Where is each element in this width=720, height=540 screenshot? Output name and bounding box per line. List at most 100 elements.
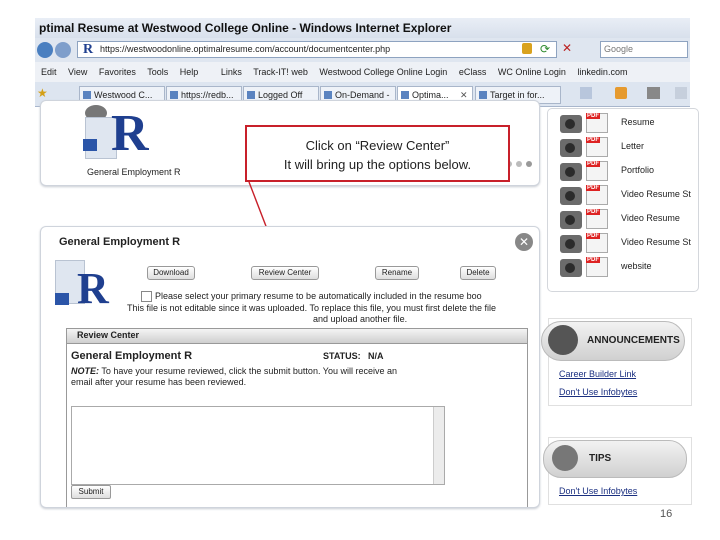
pdf-icon	[586, 257, 608, 277]
pdf-icon	[586, 137, 608, 157]
list-item[interactable]: Letter	[560, 137, 690, 159]
review-center-header: Review Center	[67, 329, 527, 344]
menu-favorites[interactable]: Favorites	[99, 67, 136, 77]
camera-icon	[560, 211, 582, 229]
word-icon	[83, 139, 97, 151]
favorite-link[interactable]: Westwood College Online Login	[319, 67, 447, 77]
window-title-bar: ptimal Resume at Westwood College Online…	[35, 18, 690, 38]
note-text: To have your resume reviewed, click the …	[101, 366, 397, 376]
camera-icon	[560, 187, 582, 205]
tab-icon	[479, 91, 487, 99]
textarea-scrollbar[interactable]	[433, 407, 444, 484]
camera-icon	[560, 139, 582, 157]
feeds-icon[interactable]	[615, 87, 627, 99]
rename-button[interactable]: Rename	[375, 266, 419, 280]
review-center-button[interactable]: Review Center	[251, 266, 319, 280]
lock-icon[interactable]	[522, 43, 532, 54]
list-item[interactable]: website	[560, 257, 690, 279]
back-icon[interactable]	[37, 42, 53, 58]
pdf-icon	[586, 113, 608, 133]
review-comments-textarea[interactable]	[71, 406, 445, 485]
address-text: https://westwoodonline.optimalresume.com…	[100, 44, 391, 54]
lightbulb-icon	[552, 445, 578, 471]
menu-tools[interactable]: Tools	[147, 67, 168, 77]
primary-resume-checkbox[interactable]	[141, 291, 152, 302]
review-center-header-text: Review Center	[77, 330, 140, 340]
upload-note-line-2: and upload another file.	[313, 314, 408, 324]
stop-icon[interactable]: ✕	[562, 42, 572, 54]
tab-icon	[401, 91, 409, 99]
download-button[interactable]: Download	[147, 266, 195, 280]
submit-button[interactable]: Submit	[71, 485, 111, 499]
infobytes-link[interactable]: Don't Use Infobytes	[559, 387, 637, 397]
tab-icon	[83, 91, 91, 99]
speaker-icon	[548, 325, 578, 355]
address-toolbar: R https://westwoodonline.optimalresume.c…	[35, 38, 690, 62]
upload-note-line-1: This file is not editable since it was u…	[127, 303, 497, 313]
infobytes-link[interactable]: Don't Use Infobytes	[559, 486, 637, 496]
delete-button[interactable]: Delete	[460, 266, 496, 280]
status-label: STATUS:	[323, 351, 361, 361]
list-item[interactable]: Video Resume St	[560, 233, 691, 255]
callout-line-2: It will bring up the options below.	[283, 157, 472, 172]
career-builder-link[interactable]: Career Builder Link	[559, 369, 636, 379]
close-panel-icon[interactable]: ✕	[515, 233, 533, 251]
favorite-link[interactable]: WC Online Login	[498, 67, 566, 77]
optimal-resume-logo: R	[111, 105, 149, 162]
menu-bar: Edit View Favorites Tools Help Links Tra…	[35, 62, 690, 82]
pdf-icon	[586, 209, 608, 229]
menu-edit[interactable]: Edit	[41, 67, 57, 77]
new-tab-icon[interactable]	[580, 87, 592, 99]
primary-resume-text: Please select your primary resume to be …	[155, 291, 482, 301]
address-field[interactable]: R https://westwoodonline.optimalresume.c…	[77, 41, 557, 58]
review-doc-name: General Employment R	[71, 350, 193, 362]
favorites-star-icon[interactable]: ★	[37, 86, 48, 100]
pager-dot[interactable]	[516, 161, 522, 167]
camera-icon	[560, 115, 582, 133]
review-note-line-2: email after your resume has been reviewe…	[71, 377, 247, 387]
search-field[interactable]: Google	[600, 41, 688, 58]
menu-view[interactable]: View	[68, 67, 87, 77]
camera-icon	[560, 235, 582, 253]
document-panel: General Employment R ✕ R Download Review…	[40, 226, 540, 508]
tab-icon	[170, 91, 178, 99]
status-value: N/A	[368, 351, 384, 361]
list-item[interactable]: Video Resume St	[560, 185, 691, 207]
favorite-link[interactable]: eClass	[459, 67, 487, 77]
word-icon	[55, 293, 69, 305]
announcements-header: ANNOUNCEMENTS	[541, 321, 685, 361]
tab-icon	[324, 91, 332, 99]
list-item[interactable]: Video Resume	[560, 209, 690, 231]
tips-title: TIPS	[589, 453, 612, 464]
instruction-callout: Click on “Review Center” It will bring u…	[245, 125, 510, 182]
announcements-title: ANNOUNCEMENTS	[587, 335, 680, 346]
panel-title: General Employment R	[59, 236, 181, 248]
page-menu-icon[interactable]	[675, 87, 687, 99]
list-item[interactable]: Resume	[560, 113, 690, 135]
tips-header: TIPS	[543, 440, 687, 478]
pdf-icon	[586, 185, 608, 205]
callout-line-1: Click on “Review Center”	[305, 138, 450, 153]
refresh-icon[interactable]: ⟳	[540, 43, 550, 55]
note-prefix: NOTE:	[71, 366, 99, 376]
review-note: NOTE: To have your resume reviewed, clic…	[71, 366, 397, 376]
list-item[interactable]: Portfolio	[560, 161, 690, 183]
favorite-link[interactable]: Track-IT! web	[253, 67, 308, 77]
pdf-icon	[586, 233, 608, 253]
camera-icon	[560, 259, 582, 277]
favorite-link[interactable]: linkedin.com	[577, 67, 627, 77]
tips-box: TIPS Don't Use Infobytes	[543, 437, 692, 505]
optimal-resume-logo: R	[77, 264, 109, 313]
camera-icon	[560, 163, 582, 181]
pdf-icon	[586, 161, 608, 181]
tab-icon	[247, 91, 255, 99]
forward-icon[interactable]	[55, 42, 71, 58]
pager-dot[interactable]	[526, 161, 532, 167]
menu-help[interactable]: Help	[180, 67, 199, 77]
review-center-box: Review Center General Employment R STATU…	[66, 328, 528, 507]
search-placeholder: Google	[604, 44, 634, 54]
site-favicon: R	[83, 42, 94, 57]
document-title[interactable]: General Employment R	[87, 167, 181, 177]
links-label: Links	[220, 67, 242, 77]
print-icon[interactable]	[647, 87, 660, 99]
